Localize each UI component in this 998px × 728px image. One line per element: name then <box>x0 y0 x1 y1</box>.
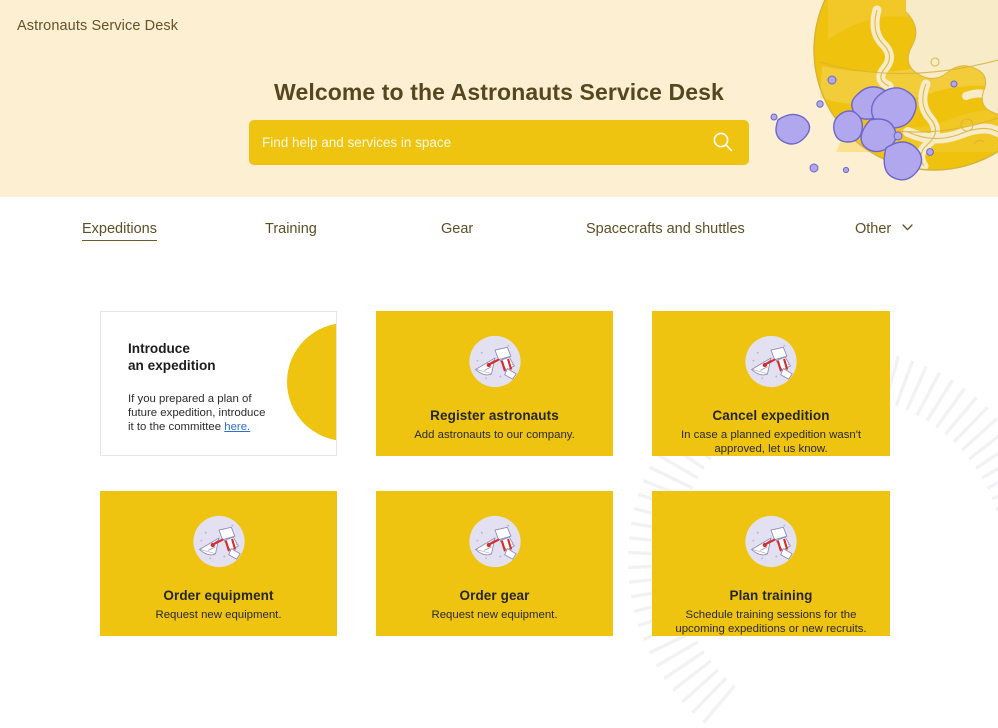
satellite-dish-icon <box>745 515 797 568</box>
brand-title: Astronauts Service Desk <box>17 18 179 34</box>
card-description: In case a planned expedition wasn't appr… <box>680 429 862 455</box>
chevron-down-icon[interactable] <box>902 224 913 231</box>
card-cancel-expedition[interactable]: Cancel expedition In case a planned expe… <box>652 311 890 456</box>
nav-item-spacecrafts-and-shuttles[interactable]: Spacecrafts and shuttles <box>586 221 745 237</box>
card-title-line1: Introduce <box>128 341 190 356</box>
card-row: Order equipment Request new equipment. O… <box>100 491 890 636</box>
nav-label: Expeditions <box>82 221 157 237</box>
card-description: If you prepared a plan of future expedit… <box>128 392 268 435</box>
card-title: Plan training <box>729 588 813 603</box>
card-order-equipment[interactable]: Order equipment Request new equipment. <box>100 491 337 636</box>
nav-item-other[interactable]: Other <box>855 221 913 237</box>
card-description: Request new equipment. <box>155 609 282 621</box>
card-title: Register astronauts <box>430 408 559 423</box>
card-title: Order equipment <box>163 588 274 603</box>
nav-label: Gear <box>441 221 474 237</box>
service-card-grid: Introduce an expedition If you prepared … <box>100 311 890 671</box>
card-introduce-an-expedition[interactable]: Introduce an expedition If you prepared … <box>100 311 337 456</box>
card-register-astronauts[interactable]: Register astronauts Add astronauts to ou… <box>376 311 613 456</box>
satellite-dish-icon <box>468 515 521 568</box>
category-nav: Expeditions Training Gear Spacecrafts an… <box>0 197 998 267</box>
card-description: Schedule training sessions for the upcom… <box>675 609 867 635</box>
card-title-line2: an expedition <box>128 357 216 373</box>
search-input[interactable] <box>262 120 692 165</box>
nav-item-training[interactable]: Training <box>265 221 317 237</box>
yellow-circle-decoration <box>287 323 336 441</box>
satellite-dish-icon <box>468 335 521 388</box>
card-row: Introduce an expedition If you prepared … <box>100 311 890 456</box>
service-desk-page: Astronauts Service Desk Welcome to the A… <box>0 0 998 728</box>
nav-item-gear[interactable]: Gear <box>441 221 473 237</box>
card-title: Order gear <box>459 588 530 603</box>
nav-label: Spacecrafts and shuttles <box>586 221 745 237</box>
nav-item-expeditions[interactable]: Expeditions <box>82 221 157 241</box>
card-description: Add astronauts to our company. <box>414 429 575 441</box>
satellite-dish-icon <box>192 515 245 568</box>
hero-banner: Astronauts Service Desk Welcome to the A… <box>0 0 998 197</box>
satellite-dish-icon <box>745 335 797 388</box>
nav-label: Other <box>855 221 892 237</box>
committee-here-link[interactable]: here. <box>224 421 250 433</box>
card-plan-training[interactable]: Plan training Schedule training sessions… <box>652 491 890 636</box>
nav-label: Training <box>265 221 317 237</box>
card-title: Cancel expedition <box>712 408 830 423</box>
card-order-gear[interactable]: Order gear Request new equipment. <box>376 491 613 636</box>
search-icon[interactable] <box>712 131 734 153</box>
card-description: Request new equipment. <box>431 609 558 621</box>
card-title: Introduce an expedition <box>128 341 216 374</box>
search-bar[interactable] <box>249 120 749 165</box>
page-title: Welcome to the Astronauts Service Desk <box>274 79 724 105</box>
